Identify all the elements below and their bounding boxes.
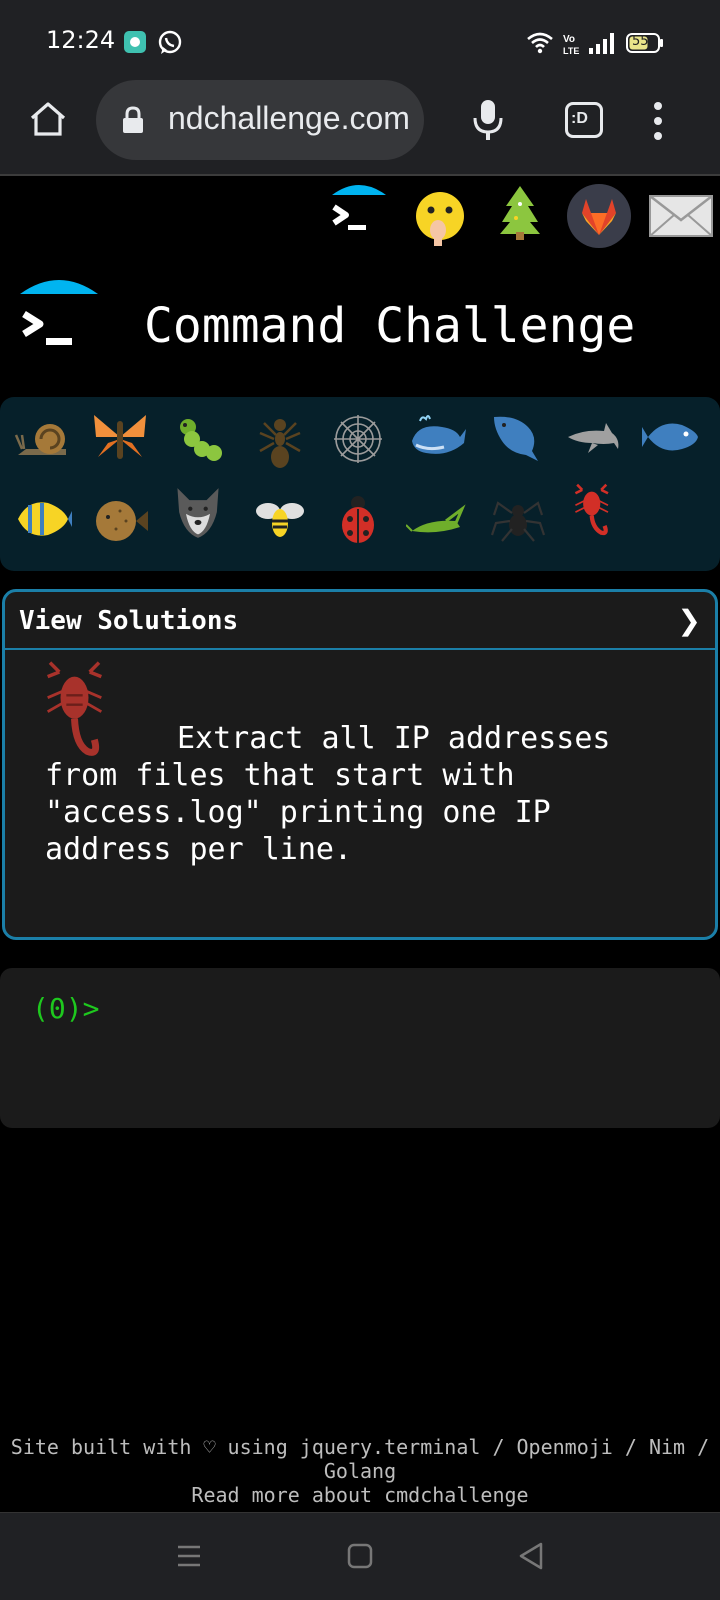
whale-icon[interactable] xyxy=(408,407,468,467)
tropical-fish-icon[interactable] xyxy=(12,489,72,549)
chevron-right-icon[interactable]: ❯ xyxy=(678,604,701,637)
spiderweb-icon[interactable] xyxy=(328,409,388,469)
home-icon[interactable] xyxy=(28,100,68,138)
tab-switcher-button[interactable]: :D xyxy=(565,102,603,138)
whatsapp-icon xyxy=(158,30,182,54)
wifi-icon xyxy=(527,32,553,54)
tab-switcher-label: :D xyxy=(571,110,588,127)
ladybug-icon[interactable] xyxy=(328,489,388,549)
recents-icon[interactable] xyxy=(176,1543,202,1569)
ant-icon[interactable] xyxy=(250,411,310,471)
butterfly-icon[interactable] xyxy=(90,407,150,467)
snail-icon[interactable] xyxy=(12,409,72,469)
svg-text:Vo: Vo xyxy=(563,34,575,45)
fish-icon[interactable] xyxy=(642,407,702,467)
view-solutions-header[interactable]: View Solutions ❯ xyxy=(5,592,715,650)
volte-icon: Vo LTE xyxy=(563,34,579,56)
back-icon[interactable] xyxy=(517,1541,545,1571)
footer: Site built with ♡ using jquery.terminal … xyxy=(0,1435,720,1507)
more-menu-icon[interactable] xyxy=(652,101,664,141)
spider-icon[interactable] xyxy=(488,489,548,549)
view-solutions-label: View Solutions xyxy=(19,606,239,636)
dolphin-icon[interactable] xyxy=(564,409,624,469)
url-text: ndchallenge.com xyxy=(168,100,410,136)
cricket-icon[interactable] xyxy=(406,491,466,551)
tree-icon[interactable] xyxy=(496,184,544,240)
mail-icon[interactable] xyxy=(648,194,714,238)
scorpion-icon[interactable] xyxy=(566,483,626,543)
battery-level: 55 xyxy=(632,34,649,49)
page-title: Command Challenge xyxy=(144,298,636,354)
mic-icon[interactable] xyxy=(472,98,504,142)
blowfish-icon[interactable] xyxy=(90,491,150,551)
terminal[interactable]: (0)> xyxy=(0,968,720,1128)
signal-icon xyxy=(589,33,614,54)
bee-icon[interactable] xyxy=(250,489,310,549)
wolf-icon[interactable] xyxy=(168,483,228,543)
lock-icon xyxy=(123,106,143,133)
system-nav-bar xyxy=(0,1512,720,1600)
challenge-card: View Solutions ❯ Extract all IP addresse… xyxy=(2,589,718,940)
challenge-description: Extract all IP addresses from files that… xyxy=(45,721,611,867)
gitlab-icon[interactable] xyxy=(566,183,632,249)
footer-credits: Site built with ♡ using jquery.terminal … xyxy=(10,1435,710,1483)
caterpillar-icon[interactable] xyxy=(170,409,230,469)
about-link[interactable]: Read more about cmdchallenge xyxy=(0,1483,720,1507)
address-bar[interactable]: ndchallenge.com xyxy=(96,80,424,160)
status-bar: 12:24 Vo LTE 55 xyxy=(0,0,720,84)
terminal-logo-icon[interactable] xyxy=(328,183,390,241)
terminal-logo-icon-large xyxy=(20,280,98,345)
shush-face-icon[interactable] xyxy=(412,190,468,246)
app-notification-icon xyxy=(124,31,146,53)
whale2-icon[interactable] xyxy=(486,407,546,467)
status-time: 12:24 xyxy=(46,26,116,54)
terminal-prompt: (0)> xyxy=(32,992,100,1025)
animal-panel xyxy=(0,397,720,571)
home-nav-icon[interactable] xyxy=(347,1543,373,1569)
svg-text:LTE: LTE xyxy=(563,46,579,56)
